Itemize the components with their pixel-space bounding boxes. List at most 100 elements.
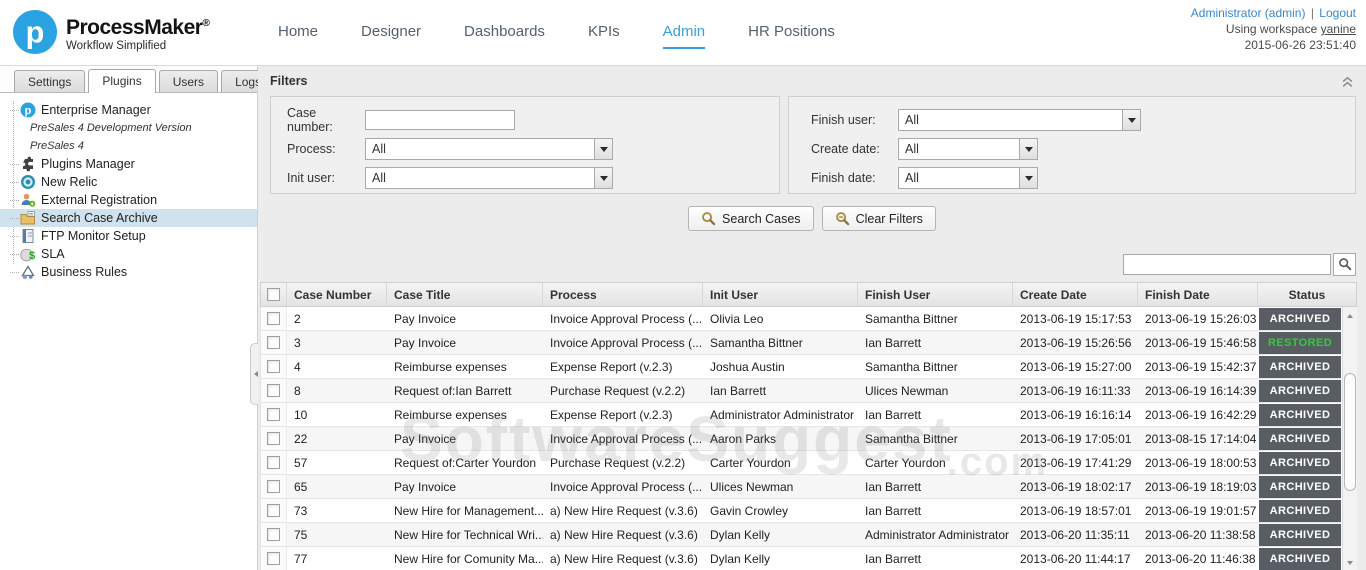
chevron-down-icon [1019,139,1037,159]
case-table-body: 2 Pay Invoice Invoice Approval Process (..… [260,307,1342,570]
tree-elbow [10,235,19,237]
finish-date-select[interactable]: All [898,167,1038,189]
row-checkbox[interactable] [267,528,280,541]
cell-case-number: 65 [294,479,308,494]
cell-create-date: 2013-06-19 17:41:29 [1020,455,1132,470]
row-checkbox[interactable] [267,408,280,421]
sidebar-item-business-rules[interactable]: Business Rules [0,263,257,281]
cell-create-date: 2013-06-19 16:16:14 [1020,407,1132,422]
create-date-select[interactable]: All [898,138,1038,160]
row-select-cell [261,403,287,426]
table-row[interactable]: 57 Request of:Carter Yourdon Purchase Requ… [261,451,1342,475]
column-header-case-title[interactable]: Case Title [387,283,543,306]
scrollbar-thumb[interactable] [1344,373,1356,491]
collapse-filters-button[interactable] [1341,75,1354,88]
row-checkbox[interactable] [267,456,280,469]
link-separator: | [1310,6,1314,20]
cell-create-date: 2013-06-20 11:44:17 [1020,551,1131,566]
case-number-input[interactable] [365,110,515,130]
init-user-select[interactable]: All [365,167,613,189]
column-header-status[interactable]: Status [1258,283,1356,306]
table-row[interactable]: 2 Pay Invoice Invoice Approval Process (..… [261,307,1342,331]
row-select-cell [261,475,287,498]
clear-filters-button[interactable]: Clear Filters [821,206,936,231]
scroll-up-button[interactable] [1343,307,1357,321]
sidebar-item-sla[interactable]: $ SLA [0,245,257,263]
filters-header: Filters [258,66,1366,96]
status-badge: ARCHIVED [1259,451,1341,474]
search-cases-button[interactable]: Search Cases [688,206,814,231]
table-scrollbar[interactable] [1342,307,1357,570]
sidebar-item-ftp-monitor-setup[interactable]: FTP Monitor Setup [0,227,257,245]
tab-users[interactable]: Users [158,70,219,92]
finish-user-select[interactable]: All [898,109,1141,131]
scroll-down-button[interactable] [1343,557,1357,570]
table-row[interactable]: 4 Reimburse expenses Expense Report (v.2.3… [261,355,1342,379]
nav-home[interactable]: Home [278,23,318,49]
cell-init-user: Dylan Kelly [710,527,771,542]
account-info: Administrator (admin) | Logout Using wor… [1191,0,1366,53]
table-row[interactable]: 8 Request of:Ian Barrett Purchase Request … [261,379,1342,403]
table-row[interactable]: 73 New Hire for Management... a) New Hire … [261,499,1342,523]
table-row[interactable]: 75 New Hire for Technical Wri... a) New Hi… [261,523,1342,547]
cell-finish-date: 2013-06-19 16:42:29 [1145,407,1257,422]
row-checkbox[interactable] [267,432,280,445]
cell-finish-user: Ulices Newman [865,383,949,398]
nav-designer[interactable]: Designer [361,23,421,49]
logo[interactable]: p ProcessMaker® Workflow Simplified [0,0,238,55]
table-row[interactable]: 77 New Hire for Comunity Ma... a) New Hire… [261,547,1342,570]
cell-case-number: 3 [294,335,301,350]
process-select[interactable]: All [365,138,613,160]
row-checkbox[interactable] [267,384,280,397]
nav-kpis[interactable]: KPIs [588,23,620,49]
cell-case-title: Request of:Ian Barrett [394,383,512,398]
row-checkbox[interactable] [267,504,280,517]
column-header-process[interactable]: Process [543,283,703,306]
clear-filters-label: Clear Filters [855,211,923,226]
nav-hr-positions[interactable]: HR Positions [748,23,835,49]
table-row[interactable]: 3 Pay Invoice Invoice Approval Process (..… [261,331,1342,355]
tree-elbow [10,271,19,273]
nav-admin[interactable]: Admin [662,23,706,49]
row-checkbox[interactable] [267,312,280,325]
sidebar-item-enterprise-manager[interactable]: p Enterprise Manager [0,101,257,119]
sidebar-collapse-handle[interactable] [250,343,258,405]
row-checkbox[interactable] [267,480,280,493]
row-select-cell [261,499,287,522]
search-minus-icon [835,212,849,226]
sidebar-item-new-relic[interactable]: New Relic [0,173,257,191]
sidebar-item-search-case-archive[interactable]: Search Case Archive [0,209,257,227]
tab-plugins[interactable]: Plugins [88,69,156,93]
logout-link[interactable]: Logout [1319,6,1356,20]
table-row[interactable]: 10 Reimburse expenses Expense Report (v.2.… [261,403,1342,427]
cell-process: Expense Report (v.2.3) [550,359,673,374]
status-badge: ARCHIVED [1259,475,1341,498]
tab-settings[interactable]: Settings [14,70,86,92]
row-checkbox[interactable] [267,360,280,373]
table-row[interactable]: 65 Pay Invoice Invoice Approval Process (.… [261,475,1342,499]
sidebar-item-plugins-manager[interactable]: Plugins Manager [0,155,257,173]
table-search-input[interactable] [1123,253,1331,275]
tree-elbow [10,181,19,183]
sidebar-item-presales-4[interactable]: PreSales 4 [0,137,257,155]
row-select-cell [261,307,287,330]
column-header-finish-date[interactable]: Finish Date [1138,283,1258,306]
nav-dashboards[interactable]: Dashboards [464,23,545,49]
column-header-create-date[interactable]: Create Date [1013,283,1138,306]
sidebar-item-presales-4-development-version[interactable]: PreSales 4 Development Version [0,119,257,137]
cell-status: ARCHIVED [1258,427,1342,450]
user-link[interactable]: Administrator (admin) [1191,6,1306,20]
sidebar-item-label: Enterprise Manager [41,103,151,117]
table-search-button[interactable] [1333,252,1356,276]
column-header-finish-user[interactable]: Finish User [858,283,1013,306]
column-header-case-number[interactable]: Case Number [287,283,387,306]
row-checkbox[interactable] [267,552,280,565]
row-checkbox[interactable] [267,336,280,349]
column-header-init-user[interactable]: Init User [703,283,858,306]
sidebar-item-external-registration[interactable]: External Registration [0,191,257,209]
cell-init-user: Administrator Administrator [710,407,855,422]
select-all-checkbox[interactable] [267,288,280,301]
table-row[interactable]: 22 Pay Invoice Invoice Approval Process (.… [261,427,1342,451]
workspace-name-link[interactable]: yanine [1321,22,1356,36]
sidebar-item-label: Search Case Archive [41,211,158,225]
